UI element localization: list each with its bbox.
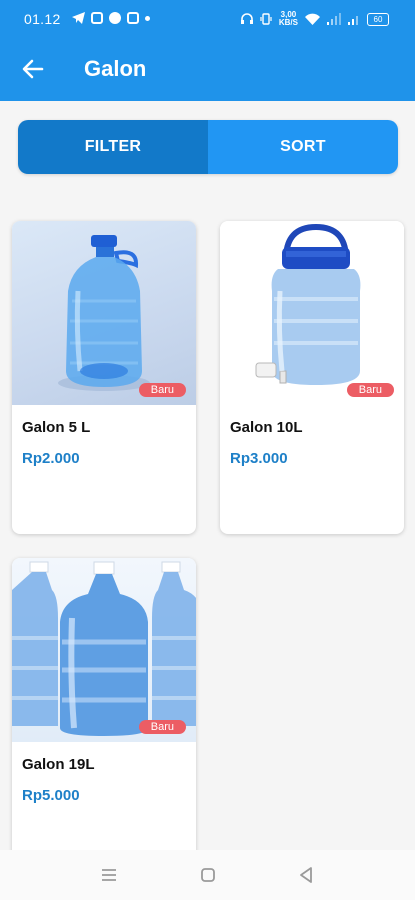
- telegram-icon: [72, 12, 85, 24]
- product-card[interactable]: Baru Galon 10L Rp3.000: [220, 221, 404, 534]
- product-card[interactable]: Baru Galon 5 L Rp2.000: [12, 221, 196, 534]
- filter-sort-bar: FILTER SORT: [18, 120, 398, 174]
- filter-button[interactable]: FILTER: [18, 120, 208, 174]
- app-bar: Galon: [0, 38, 415, 101]
- product-image: Baru: [220, 221, 404, 405]
- water-jar-10l-image: [255, 223, 361, 385]
- water-gallon-19l-image: [12, 561, 196, 736]
- new-badge: Baru: [138, 383, 186, 397]
- headset-icon: [240, 13, 253, 24]
- vibrate-icon: [260, 13, 272, 25]
- status-bar: 01.12 3,00 KB/S 60: [0, 0, 415, 38]
- product-card[interactable]: Baru Galon 19L Rp5.000: [12, 558, 196, 871]
- system-back-button[interactable]: [294, 863, 318, 887]
- menu-icon: [102, 869, 116, 881]
- camera-icon: [127, 12, 139, 24]
- battery-icon: 60: [367, 12, 389, 26]
- water-bottle-5l-image: [58, 235, 150, 391]
- signal-icon: [348, 16, 358, 25]
- product-image: Baru: [12, 558, 196, 742]
- back-icon: [300, 867, 312, 883]
- product-price: Rp3.000: [230, 450, 288, 467]
- status-time: 01.12: [24, 11, 61, 27]
- product-name: Galon 19L: [22, 756, 95, 773]
- back-button[interactable]: [18, 54, 48, 84]
- home-button[interactable]: [196, 863, 220, 887]
- recent-apps-button[interactable]: [97, 863, 121, 887]
- system-icons: 3,00 KB/S 60: [240, 10, 389, 27]
- system-nav-bar: [0, 850, 415, 900]
- app-icon: [91, 12, 103, 24]
- new-badge: Baru: [138, 720, 186, 734]
- product-name: Galon 10L: [230, 419, 303, 436]
- wifi-icon: [305, 13, 320, 25]
- sort-button[interactable]: SORT: [208, 120, 398, 174]
- network-speed: 3,00 KB/S: [278, 10, 298, 27]
- product-name: Galon 5 L: [22, 419, 91, 436]
- product-price: Rp2.000: [22, 450, 80, 467]
- product-image: Baru: [12, 221, 196, 405]
- signal-icon: [327, 13, 341, 25]
- notification-icons: [72, 12, 150, 24]
- more-notifications-icon: [145, 15, 150, 21]
- page-title: Galon: [84, 56, 147, 81]
- product-price: Rp5.000: [22, 787, 80, 804]
- arrow-left-icon: [22, 59, 44, 79]
- facebook-icon: [109, 12, 121, 24]
- new-badge: Baru: [346, 383, 394, 397]
- home-icon: [201, 868, 215, 882]
